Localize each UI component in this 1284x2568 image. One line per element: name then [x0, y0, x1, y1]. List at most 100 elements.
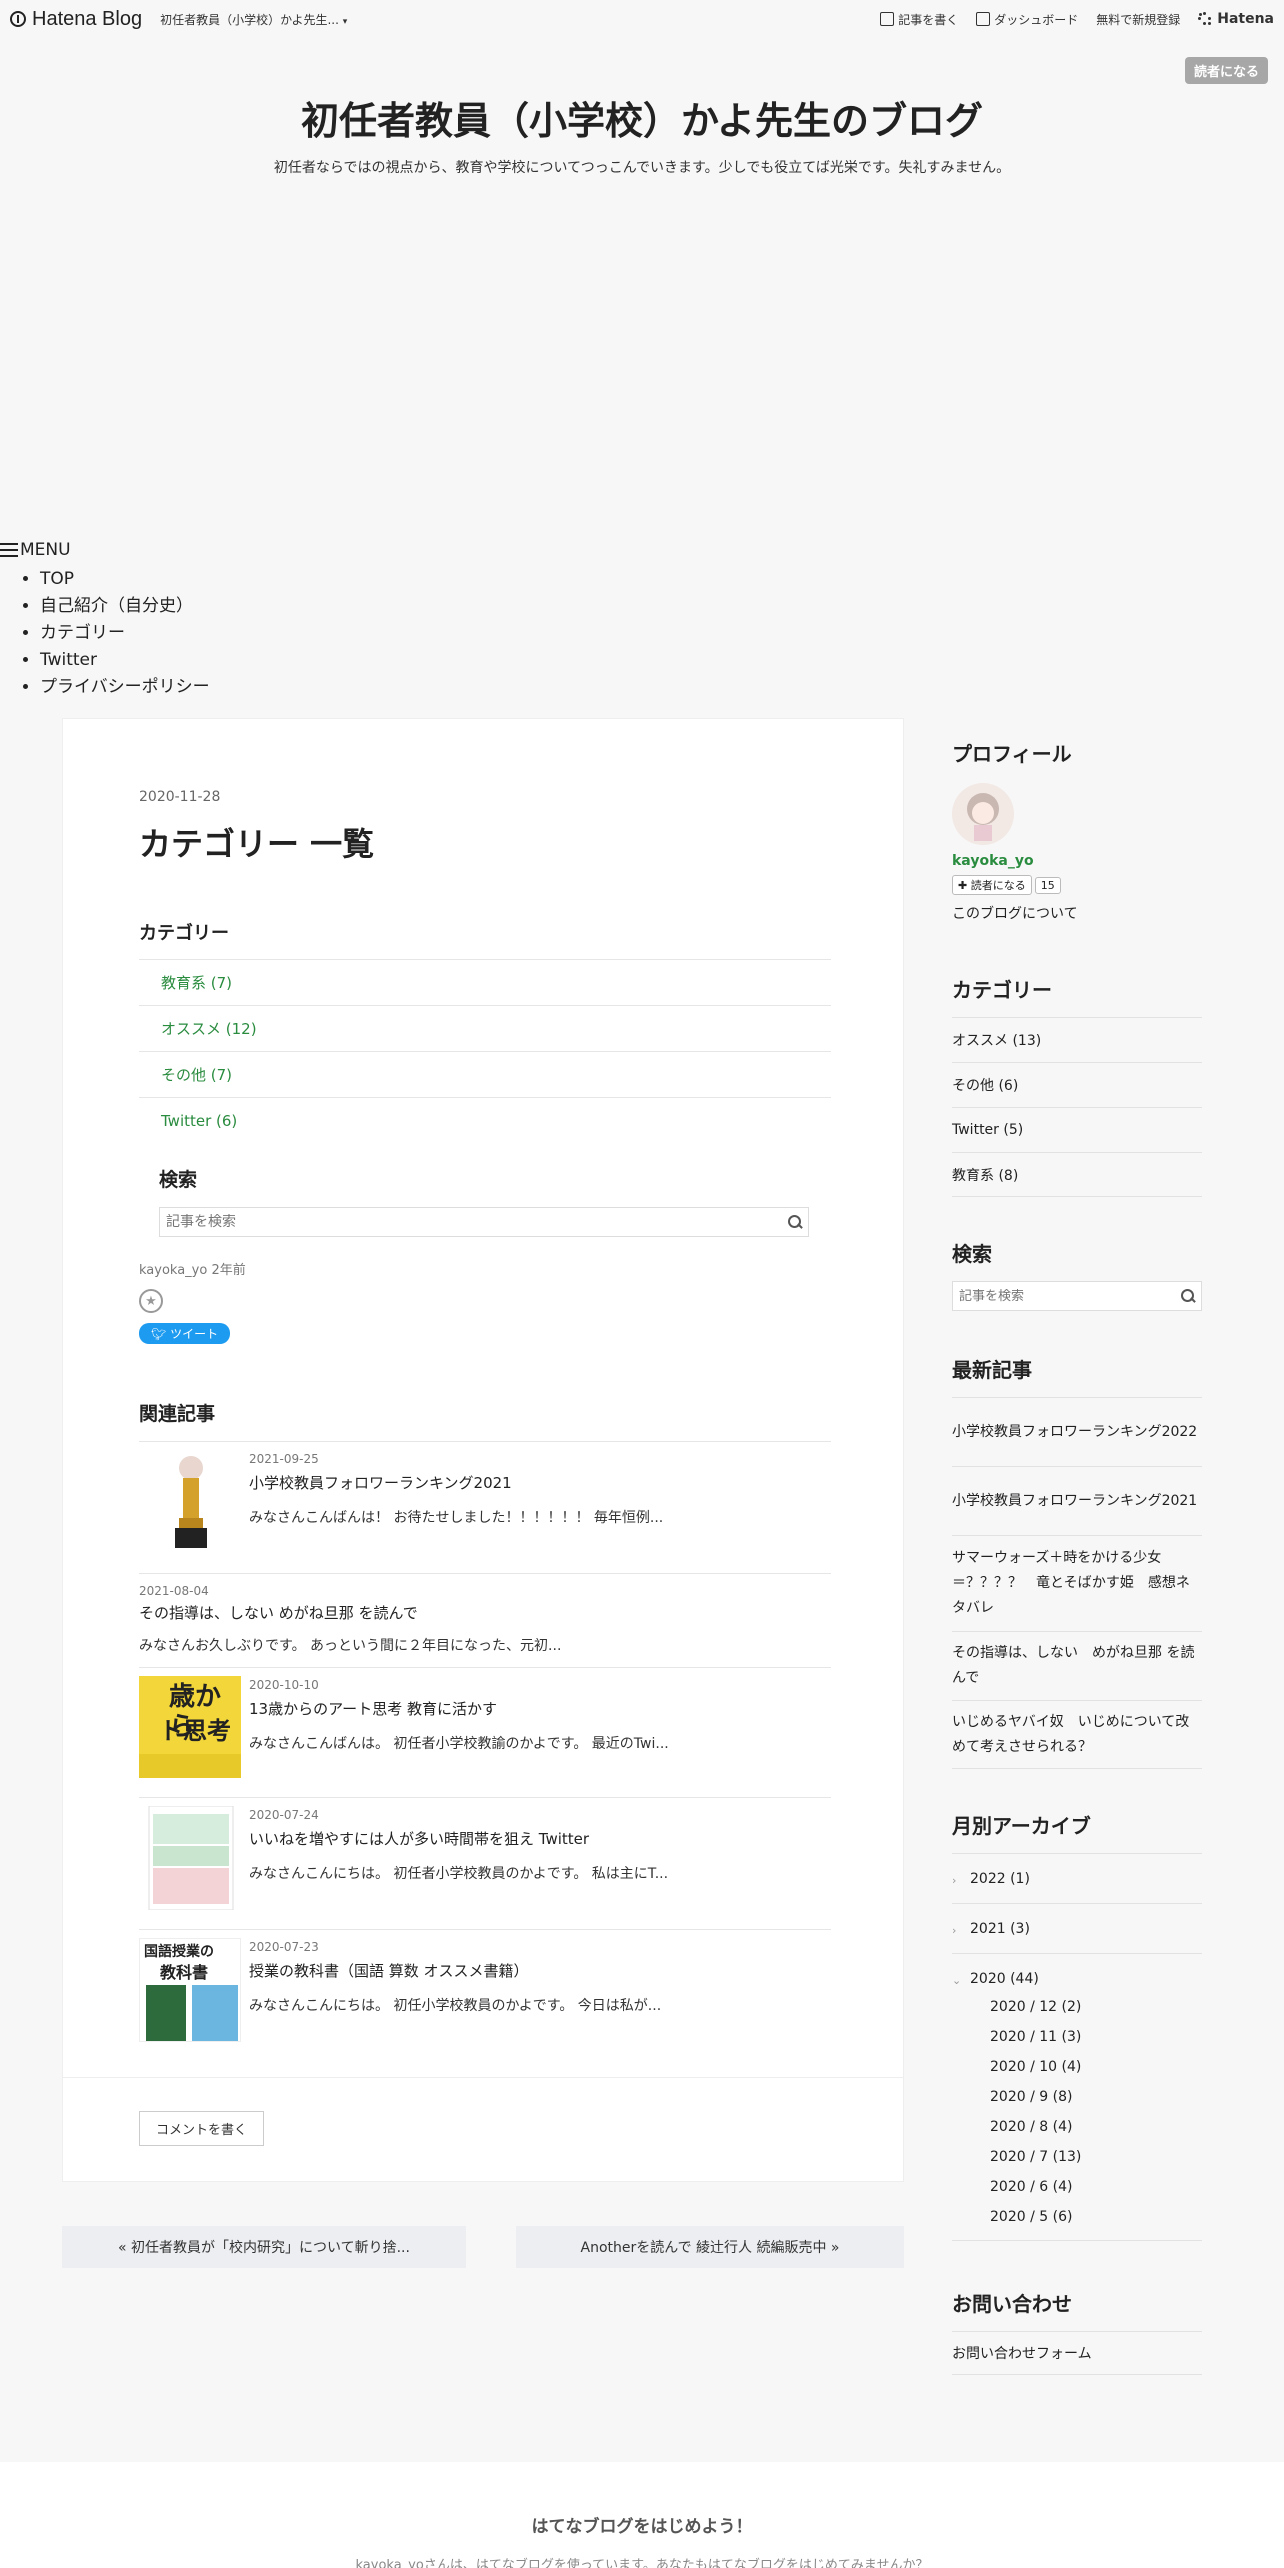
search-icon[interactable] — [788, 1215, 802, 1229]
archive-month-link[interactable]: 2020 / 11 (3) — [990, 2022, 1202, 2052]
related-item[interactable]: 2021-09-25 小学校教員フォロワーランキング2021 みなさんこんばんは… — [139, 1441, 831, 1573]
signup-link[interactable]: 無料で新規登録 — [1096, 11, 1180, 28]
archive-year-2020[interactable]: ⌄ 2020 (44) 2020 / 12 (2) 2020 / 11 (3) 2… — [952, 1954, 1202, 2241]
category-link-education[interactable]: 教育系 (7) — [139, 959, 831, 1005]
recent-entry-link[interactable]: その指導は、しない めがね旦那 を読んで — [952, 1631, 1202, 1700]
related-thumbnail-trophy[interactable] — [139, 1450, 243, 1560]
archive-month-link[interactable]: 2020 / 6 (4) — [990, 2172, 1202, 2202]
sidebar-category-education[interactable]: 教育系 (8) — [952, 1152, 1202, 1197]
related-title[interactable]: 小学校教員フォロワーランキング2021 — [249, 1472, 663, 1493]
contact-heading: お問い合わせ — [952, 2292, 1072, 2316]
related-thumbnail-art-book[interactable]: 歳から ト思考 — [139, 1676, 241, 1778]
pencil-icon — [880, 12, 895, 26]
profile-subscribe-button[interactable]: ✚ 読者になる — [952, 875, 1032, 895]
category-list: 教育系 (7) オススメ (12) その他 (7) Twitter (6) — [139, 959, 831, 1143]
archive-year-2021[interactable]: › 2021 (3) — [952, 1904, 1202, 1954]
recent-entry-link[interactable]: 小学校教員フォロワーランキング2022 — [952, 1397, 1202, 1466]
tweet-label: ツイート — [170, 1327, 219, 1341]
archive-month-link[interactable]: 2020 / 8 (4) — [990, 2112, 1202, 2142]
archive-month-link[interactable]: 2020 / 9 (8) — [990, 2082, 1202, 2112]
recent-entry-link[interactable]: サマーウォーズ＋時をかける少女＝？？？？ 竜とそばかす姫 感想ネタバレ — [952, 1535, 1202, 1631]
category-heading: カテゴリー — [139, 923, 229, 944]
sidebar-category-twitter[interactable]: Twitter (5) — [952, 1107, 1202, 1152]
menu-toggle[interactable]: MENU — [0, 540, 210, 560]
related-date: 2020-10-10 — [249, 1678, 319, 1692]
blog-title[interactable]: 初任者教員（小学校）かよ先生のブログ — [0, 90, 1284, 145]
menu-item-category[interactable]: カテゴリー — [40, 620, 210, 647]
avatar[interactable] — [952, 783, 1014, 845]
related-item[interactable]: 2020-07-24 いいねを増やすには人が多い時間帯を狙え Twitter み… — [139, 1797, 831, 1929]
archive-year-label: 2020 (44) — [970, 1971, 1039, 1987]
star-icon: ★ — [145, 1293, 157, 1309]
contact-form-link[interactable]: お問い合わせフォーム — [952, 2331, 1202, 2375]
hatena-menu[interactable]: Hatena — [1198, 11, 1274, 27]
menu-item-twitter[interactable]: Twitter — [40, 647, 210, 674]
menu-item-privacy-link[interactable]: プライバシーポリシー — [40, 677, 210, 697]
write-article-label: 記事を書く — [898, 12, 959, 27]
entry-search-form — [159, 1207, 809, 1237]
blog-switcher[interactable]: 初任者教員（小学校）かよ先生... ▾ — [160, 11, 347, 28]
sidebar-category-other[interactable]: その他 (6) — [952, 1062, 1202, 1107]
chevron-down-icon: ⌄ — [952, 1974, 962, 1987]
entry-title[interactable]: カテゴリー 一覧 — [139, 819, 374, 865]
menu-item-profile[interactable]: 自己紹介（自分史） — [40, 593, 210, 620]
thumbnail-text: 国語授業の — [144, 1944, 214, 1960]
profile-actions: ✚ 読者になる 15 — [952, 875, 1202, 895]
contact-module: お問い合わせ お問い合わせフォーム — [952, 2288, 1202, 2375]
recent-entry-link[interactable]: いじめるヤバイ奴 いじめについて改めて考えさせられる？ — [952, 1700, 1202, 1769]
sidebar-search-heading: 検索 — [952, 1242, 992, 1266]
menu-item-profile-link[interactable]: 自己紹介（自分史） — [40, 596, 193, 616]
menu-item-top[interactable]: TOP — [40, 566, 210, 593]
archive-month-link[interactable]: 2020 / 7 (13) — [990, 2142, 1202, 2172]
profile-heading: プロフィール — [952, 742, 1072, 766]
menu-item-twitter-link[interactable]: Twitter — [40, 650, 97, 670]
recent-entry-link[interactable]: 小学校教員フォロワーランキング2021 — [952, 1466, 1202, 1535]
related-item[interactable]: 歳から ト思考 2020-10-10 13歳からのアート思考 教育に活かす みな… — [139, 1667, 831, 1797]
menu-item-top-link[interactable]: TOP — [40, 569, 74, 589]
footer-heading[interactable]: はてなブログをはじめよう！ — [0, 2512, 1284, 2537]
related-thumbnail-table[interactable] — [139, 1806, 243, 1910]
thumbnail-text: 教科書 — [160, 1963, 209, 1982]
write-comment-button[interactable]: コメントを書く — [139, 2111, 265, 2146]
sidebar-category-recommend[interactable]: オススメ (13) — [952, 1017, 1202, 1062]
dashboard-link[interactable]: ダッシュボード — [976, 11, 1078, 28]
related-title[interactable]: 授業の教科書（国語 算数 オススメ書籍） — [249, 1960, 661, 1981]
hatena-blog-logo[interactable]: Hatena Blog — [10, 8, 142, 31]
related-date: 2021-08-04 — [139, 1584, 209, 1598]
recent-heading: 最新記事 — [952, 1358, 1032, 1382]
tweet-button[interactable]: 🐦︎ ツイート — [139, 1323, 231, 1344]
related-date: 2020-07-24 — [249, 1808, 319, 1822]
add-star-button[interactable]: ★ — [139, 1289, 163, 1313]
about-blog-link[interactable]: このブログについて — [952, 903, 1202, 923]
related-title[interactable]: 13歳からのアート思考 教育に活かす — [249, 1698, 669, 1719]
entry-date[interactable]: 2020-11-28 — [139, 789, 220, 805]
profile-name[interactable]: kayoka_yo — [952, 853, 1202, 869]
category-link-recommend[interactable]: オススメ (12) — [139, 1005, 831, 1051]
category-link-twitter[interactable]: Twitter (6) — [139, 1097, 831, 1143]
category-link-other[interactable]: その他 (7) — [139, 1051, 831, 1097]
recent-entries-module: 最新記事 小学校教員フォロワーランキング2022 小学校教員フォロワーランキング… — [952, 1354, 1202, 1769]
sidebar-category-heading: カテゴリー — [952, 978, 1052, 1002]
menu-item-privacy[interactable]: プライバシーポリシー — [40, 674, 210, 701]
related-item[interactable]: 国語授業の 教科書 2020-07-23 授業の教科書（国語 算数 オススメ書籍… — [139, 1929, 831, 2049]
brand-label: Hatena Blog — [32, 7, 143, 30]
archive-month-link[interactable]: 2020 / 10 (4) — [990, 2052, 1202, 2082]
archive-month-link[interactable]: 2020 / 12 (2) — [990, 1992, 1202, 2022]
next-article-link[interactable]: Anotherを読んで 綾辻行人 続編販売中 » — [516, 2226, 904, 2268]
related-item[interactable]: 2021-08-04 その指導は、しない めがね旦那 を読んで みなさんお久しぶ… — [139, 1573, 831, 1667]
menu-item-category-link[interactable]: カテゴリー — [40, 623, 125, 643]
archive-year-2022[interactable]: › 2022 (1) — [952, 1854, 1202, 1904]
prev-article-link[interactable]: « 初任者教員が「校内研究」について斬り捨... — [62, 2226, 466, 2268]
related-thumbnail-textbook[interactable]: 国語授業の 教科書 — [139, 1938, 241, 2042]
global-header: Hatena Blog 初任者教員（小学校）かよ先生... ▾ 記事を書く ダッ… — [0, 0, 1284, 38]
sidebar-search-input[interactable] — [959, 1288, 1181, 1304]
write-article-link[interactable]: 記事を書く — [880, 11, 958, 28]
author-line[interactable]: kayoka_yo 2年前 — [139, 1259, 246, 1278]
related-title[interactable]: いいねを増やすには人が多い時間帯を狙え Twitter — [249, 1828, 668, 1849]
entry-search-heading: 検索 — [159, 1169, 198, 1191]
entry-search-input[interactable] — [166, 1214, 788, 1230]
related-title[interactable]: その指導は、しない めがね旦那 を読んで — [139, 1602, 561, 1623]
subscribe-button[interactable]: 読者になる — [1184, 57, 1268, 84]
search-icon[interactable] — [1181, 1289, 1195, 1303]
archive-month-link[interactable]: 2020 / 5 (6) — [990, 2202, 1202, 2232]
